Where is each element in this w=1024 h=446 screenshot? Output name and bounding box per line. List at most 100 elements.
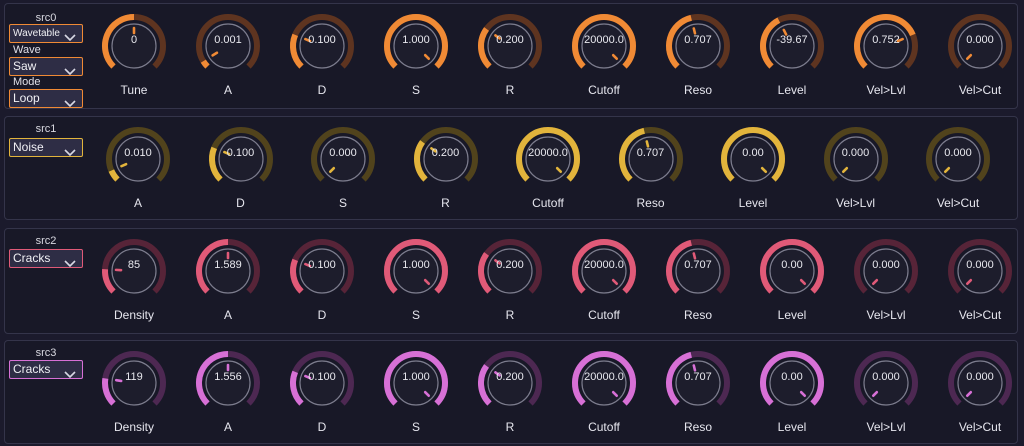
- knob-d[interactable]: 0.100: [286, 347, 358, 427]
- knob-value: 0.000: [944, 147, 972, 159]
- knob-label: Vel>Lvl: [866, 83, 906, 97]
- knob-r[interactable]: 0.200: [410, 123, 482, 203]
- knob-density[interactable]: 119: [98, 347, 170, 427]
- knob-d[interactable]: 0.100: [286, 10, 358, 90]
- knob-label: R: [505, 308, 515, 322]
- knob-value: 0.001: [214, 34, 242, 46]
- source-panel-src3: src3 Cracks 119 Density 1.556 A 0.100 D 1.000 S 0.…: [4, 340, 1018, 444]
- knob-reso[interactable]: 0.707: [662, 235, 734, 315]
- selector-dropdown[interactable]: Wavetable: [9, 24, 83, 43]
- knob-cutoff[interactable]: 20000.0: [568, 235, 640, 315]
- knob-value: 0.100: [308, 259, 336, 271]
- knob-value: 0.200: [496, 259, 524, 271]
- knob-cutoff[interactable]: 20000.0: [568, 10, 640, 90]
- knob-value: 1.000: [402, 259, 430, 271]
- selector-dropdown[interactable]: Cracks: [9, 360, 83, 379]
- knob-label: S: [411, 420, 420, 434]
- knob-label: R: [441, 196, 450, 210]
- knob-value: 0.000: [966, 371, 994, 383]
- knob-label: Reso: [683, 420, 712, 434]
- knob-level[interactable]: 0.00: [756, 235, 828, 315]
- knob-value: 0.707: [684, 34, 712, 46]
- knob-s[interactable]: 1.000: [380, 10, 452, 90]
- chevron-down-icon: [64, 63, 76, 76]
- knob-vel-lvl[interactable]: 0.000: [850, 235, 922, 315]
- knob-value: 0.752: [872, 34, 900, 46]
- knob-value: 0.00: [781, 259, 803, 271]
- knob-r[interactable]: 0.200: [474, 347, 546, 427]
- source-title: src0: [35, 12, 57, 24]
- knob-label: D: [236, 196, 245, 210]
- knob-d[interactable]: 0.100: [286, 235, 358, 315]
- knob-density[interactable]: 85: [98, 235, 170, 315]
- knob-s[interactable]: 0.000: [307, 123, 379, 203]
- knob-value: 0.100: [226, 147, 255, 159]
- knob-value: 85: [127, 259, 141, 271]
- knob-vel-lvl[interactable]: 0.000: [850, 347, 922, 427]
- knob-value: 1.000: [402, 34, 430, 46]
- knob-value: 0.000: [329, 147, 357, 159]
- knob-cutoff[interactable]: 20000.0: [512, 123, 584, 203]
- knob-a[interactable]: 1.589: [192, 235, 264, 315]
- chevron-down-icon: [64, 30, 76, 42]
- selector-value: Saw: [13, 59, 37, 73]
- knob-a[interactable]: 1.556: [192, 347, 264, 427]
- knob-label: D: [317, 420, 327, 434]
- selector-label: Mode: [13, 76, 41, 88]
- knob-vel-lvl[interactable]: 0.000: [820, 123, 892, 203]
- knob-value: 1.556: [214, 371, 242, 383]
- knob-value: 0.000: [872, 371, 900, 383]
- knob-reso[interactable]: 0.707: [615, 123, 687, 203]
- knob-label: Vel>Cut: [958, 308, 1002, 322]
- knob-a[interactable]: 0.010: [102, 123, 174, 203]
- knob-label: Density: [113, 420, 154, 434]
- knob-label: Vel>Cut: [958, 420, 1002, 434]
- selector-value: Loop: [13, 91, 40, 105]
- knob-s[interactable]: 1.000: [380, 235, 452, 315]
- knob-vel-cut[interactable]: 0.000: [922, 123, 994, 203]
- selector-dropdown[interactable]: Saw: [9, 57, 83, 76]
- knob-level[interactable]: -39.67: [756, 10, 828, 90]
- selector-dropdown[interactable]: Noise: [9, 138, 83, 157]
- knob-label: A: [223, 420, 232, 434]
- knob-label: A: [133, 196, 142, 210]
- selector-value: Wavetable: [13, 28, 60, 39]
- chevron-down-icon: [64, 366, 76, 379]
- knob-vel-cut[interactable]: 0.000: [944, 347, 1016, 427]
- knob-tune[interactable]: 0: [98, 10, 170, 90]
- knob-value: 0.000: [966, 259, 994, 271]
- knob-reso[interactable]: 0.707: [662, 347, 734, 427]
- selector-dropdown[interactable]: Cracks: [9, 249, 83, 268]
- knob-a[interactable]: 0.001: [192, 10, 264, 90]
- knob-value: 20000.0: [584, 34, 624, 46]
- knob-value: 0.707: [684, 259, 712, 271]
- knob-s[interactable]: 1.000: [380, 347, 452, 427]
- knob-label: A: [223, 308, 232, 322]
- knob-label: Cutoff: [588, 83, 620, 97]
- knob-label: S: [411, 308, 420, 322]
- knob-label: S: [411, 83, 420, 97]
- knob-label: Vel>Lvl: [835, 196, 876, 210]
- knob-cutoff[interactable]: 20000.0: [568, 347, 640, 427]
- knob-vel-lvl[interactable]: 0.752: [850, 10, 922, 90]
- selector-dropdown[interactable]: Loop: [9, 89, 83, 108]
- knob-value: 0.010: [124, 147, 152, 159]
- knob-reso[interactable]: 0.707: [662, 10, 734, 90]
- knob-value: 0.100: [308, 371, 336, 383]
- knob-label: Cutoff: [588, 308, 620, 322]
- knob-value: 0.000: [841, 147, 870, 159]
- knob-r[interactable]: 0.200: [474, 10, 546, 90]
- knob-label: Tune: [120, 83, 148, 97]
- knob-value: 0.707: [684, 371, 712, 383]
- knob-value: 0.000: [966, 34, 994, 46]
- knob-label: A: [223, 83, 232, 97]
- knob-value: 0: [130, 34, 138, 46]
- knob-vel-cut[interactable]: 0.000: [944, 235, 1016, 315]
- knob-value: 0.00: [742, 147, 764, 159]
- knob-d[interactable]: 0.100: [205, 123, 277, 203]
- knob-label: R: [505, 420, 515, 434]
- knob-level[interactable]: 0.00: [756, 347, 828, 427]
- knob-r[interactable]: 0.200: [474, 235, 546, 315]
- knob-level[interactable]: 0.00: [717, 123, 789, 203]
- knob-vel-cut[interactable]: 0.000: [944, 10, 1016, 90]
